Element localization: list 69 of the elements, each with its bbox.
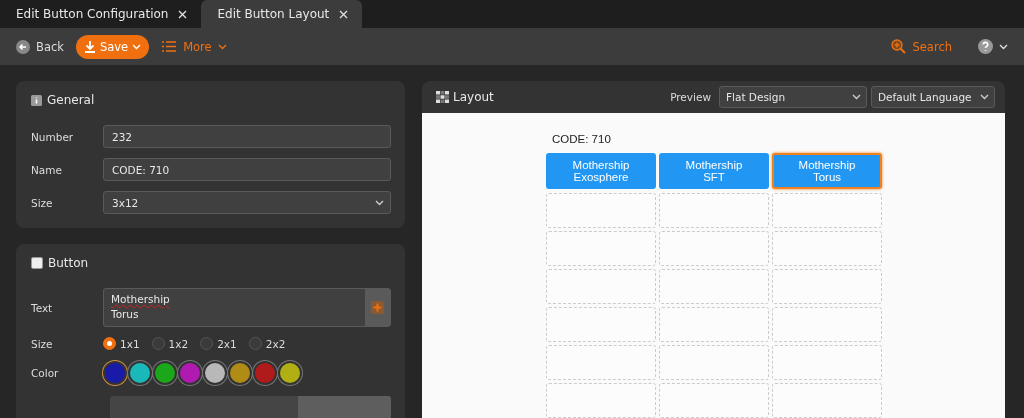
field-label: Number [31, 130, 75, 143]
empty-slot[interactable] [546, 231, 656, 266]
empty-slot[interactable] [772, 231, 882, 266]
close-icon[interactable] [339, 9, 349, 19]
empty-slot[interactable] [659, 383, 769, 418]
empty-slot[interactable] [772, 383, 882, 418]
field-label: Name [31, 163, 63, 176]
more-button[interactable]: More [161, 39, 227, 54]
empty-slot[interactable] [772, 307, 882, 342]
empty-slot[interactable] [546, 269, 656, 304]
section-title: Button [48, 256, 89, 270]
section-title: General [47, 93, 95, 107]
empty-slot[interactable] [546, 193, 656, 228]
empty-slot[interactable] [659, 269, 769, 304]
size-radio[interactable]: 1x1 [103, 337, 140, 350]
input-field[interactable]: CODE: 710 [103, 158, 391, 181]
close-icon[interactable] [178, 9, 188, 19]
empty-slot[interactable] [659, 231, 769, 266]
empty-slot[interactable] [546, 307, 656, 342]
input-field[interactable]: 232 [103, 125, 391, 148]
field-label: Size [31, 196, 54, 209]
caret-icon [999, 43, 1008, 50]
back-button[interactable]: Back [16, 39, 64, 54]
field-label: Size [31, 337, 54, 350]
color-swatch[interactable] [130, 363, 150, 383]
empty-slot[interactable] [546, 345, 656, 380]
color-swatch[interactable] [280, 363, 300, 383]
tab[interactable]: Edit Button Layout [201, 0, 363, 28]
color-swatch[interactable] [105, 363, 125, 383]
empty-slot[interactable] [659, 345, 769, 380]
size-radio[interactable]: 2x1 [200, 337, 237, 350]
size-select[interactable]: 3x12 [103, 191, 391, 214]
chevron-down-icon [375, 199, 384, 206]
color-swatch[interactable] [205, 363, 225, 383]
search-icon [891, 39, 907, 54]
checkbox[interactable] [31, 257, 43, 269]
caret-icon [132, 43, 142, 50]
chevron-down-icon [980, 94, 989, 100]
empty-slot[interactable] [772, 345, 882, 380]
empty-slot[interactable] [659, 193, 769, 228]
size-radio[interactable]: 1x2 [151, 337, 189, 350]
section-title: Layout [453, 90, 494, 104]
help-icon [978, 39, 993, 54]
empty-slot[interactable] [546, 383, 656, 418]
empty-slot[interactable] [772, 193, 882, 228]
grid-icon [436, 91, 449, 103]
size-radio[interactable]: 2x2 [248, 337, 286, 350]
color-swatch[interactable] [155, 363, 175, 383]
language-select[interactable]: Default Language [871, 86, 995, 108]
preview-label: Preview [670, 91, 711, 103]
empty-slot[interactable] [659, 307, 769, 342]
color-swatch[interactable] [230, 363, 250, 383]
help-button[interactable] [978, 39, 1008, 54]
field-label: Color [31, 367, 60, 379]
text-area[interactable]: Mothership Torus [103, 288, 391, 327]
field-label: Text [31, 301, 54, 314]
design-select[interactable]: Flat Design [719, 86, 867, 108]
color-swatch[interactable] [180, 363, 200, 383]
search-button[interactable]: Search [891, 39, 952, 54]
caret-icon [217, 43, 227, 50]
empty-slot[interactable] [772, 269, 882, 304]
layout-title: CODE: 710 [551, 133, 612, 145]
tab[interactable]: Edit Button Configuration [0, 0, 202, 28]
color-swatch[interactable] [255, 363, 275, 383]
download-icon [83, 40, 96, 53]
chevron-down-icon [852, 94, 861, 100]
list-icon [161, 40, 178, 53]
plus-icon[interactable] [371, 301, 384, 314]
info-icon [31, 94, 42, 106]
